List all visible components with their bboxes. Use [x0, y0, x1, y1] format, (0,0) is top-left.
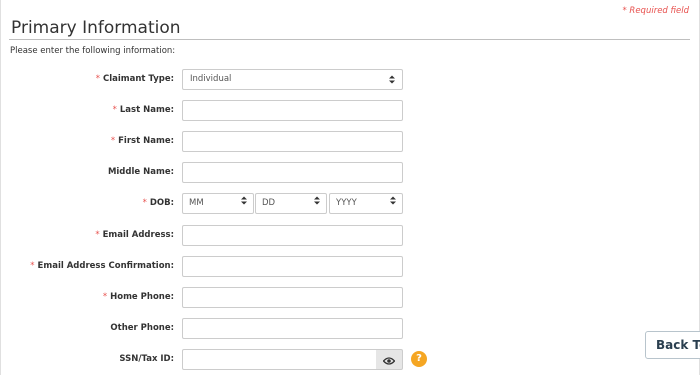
middle-name-input[interactable]	[182, 162, 403, 183]
chevron-updown-icon	[389, 75, 395, 84]
email-input[interactable]	[182, 225, 403, 246]
other-phone-input[interactable]	[182, 318, 403, 339]
email-label: * Email Address:	[95, 230, 174, 240]
email-confirm-input[interactable]	[182, 256, 403, 277]
help-icon[interactable]: ?	[411, 351, 427, 367]
chevron-updown-icon	[241, 194, 247, 213]
required-marker: *	[110, 136, 116, 146]
ssn-input[interactable]	[182, 349, 377, 370]
email-confirm-label: * Email Address Confirmation:	[30, 261, 174, 271]
dob-year-select[interactable]: YYYY	[329, 193, 403, 214]
dob-month-select[interactable]: MM	[182, 193, 254, 214]
required-field-note: * Required field	[622, 6, 689, 16]
required-marker: *	[112, 105, 117, 115]
home-phone-label: * Home Phone:	[102, 292, 174, 302]
instructions-text: Please enter the following information:	[10, 46, 176, 56]
other-phone-label: Other Phone:	[110, 323, 174, 333]
claimant-type-value: Individual	[190, 74, 232, 84]
first-name-input[interactable]	[182, 131, 403, 152]
dob-year-value: YYYY	[336, 198, 357, 208]
dob-label: * DOB:	[142, 198, 174, 208]
last-name-input[interactable]	[182, 100, 403, 121]
claimant-type-select[interactable]: Individual	[182, 69, 403, 90]
first-name-label: * First Name:	[110, 136, 174, 146]
required-marker: *	[142, 198, 147, 208]
show-ssn-button[interactable]	[376, 349, 403, 370]
last-name-label: * Last Name:	[112, 105, 174, 115]
section-title: Primary Information	[11, 18, 181, 38]
middle-name-label: Middle Name:	[107, 167, 174, 177]
home-phone-input[interactable]	[182, 287, 403, 308]
ssn-label: SSN/Tax ID:	[119, 354, 174, 364]
required-marker: *	[102, 292, 108, 302]
chevron-updown-icon	[390, 194, 396, 213]
eye-icon	[382, 350, 396, 369]
dob-day-value: DD	[262, 198, 276, 208]
chevron-updown-icon	[314, 194, 320, 213]
required-marker: *	[30, 261, 35, 271]
claimant-type-label: * Claimant Type:	[95, 74, 174, 84]
dob-day-select[interactable]: DD	[255, 193, 327, 214]
dob-month-value: MM	[189, 198, 204, 208]
back-button[interactable]: Back To	[645, 331, 700, 359]
required-marker: *	[95, 230, 100, 240]
required-marker: *	[95, 74, 100, 84]
section-divider	[9, 39, 690, 40]
